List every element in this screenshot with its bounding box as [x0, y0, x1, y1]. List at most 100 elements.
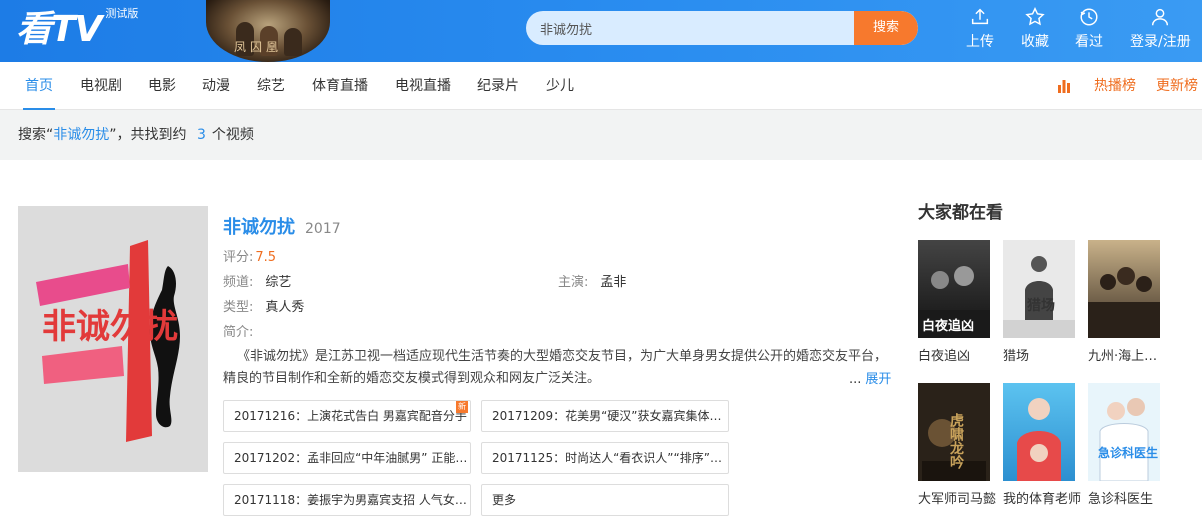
star-icon	[1025, 7, 1045, 26]
result-middle: ”，共找到约	[109, 127, 187, 143]
sidebar-item-label[interactable]: 急诊科医生	[1088, 488, 1168, 507]
show-poster[interactable]: 非诚勿扰	[18, 206, 208, 472]
ranking-chart-icon	[1058, 80, 1070, 93]
poster-art	[1088, 240, 1160, 338]
promo-banner[interactable]: 凤囚凰	[206, 0, 330, 62]
sidebar-item-label[interactable]: 白夜追凶	[918, 345, 998, 364]
sidebar-poster[interactable]: 虎啸龙吟	[918, 383, 990, 481]
score-value: 7.5	[255, 250, 277, 265]
history-icon	[1080, 8, 1098, 26]
episode-title: 20171125：时尚达人“看衣识人”“排序”女嘉宾	[492, 451, 729, 465]
update-ranking-link[interactable]: 更新榜	[1156, 62, 1198, 110]
search-result-summary: 搜索“非诚勿扰”，共找到约 3 个视频	[0, 110, 1202, 160]
poster-art: 白夜追凶	[918, 240, 990, 338]
sidebar-poster[interactable]	[1003, 383, 1075, 481]
type-row: 类型: 真人秀	[223, 296, 304, 315]
channel-row: 频道: 综艺	[223, 271, 291, 290]
poster-caption: 急诊科医生	[1098, 445, 1158, 460]
login-register-button[interactable]: 登录/注册	[1130, 6, 1191, 51]
episode-title: 20171209：花美男“硬汉”获女嘉宾集体爆灯	[492, 409, 729, 423]
episode-title: 20171202：孟非回应“中年油腻男” 正能量满满	[234, 451, 471, 465]
category-tv-series[interactable]: 电视剧	[80, 62, 122, 110]
sidebar-poster[interactable]: 猎场	[1003, 240, 1075, 338]
actor-label: 主演:	[558, 275, 589, 290]
banner-caption: 凤囚凰	[234, 40, 283, 54]
favorites-button[interactable]: 收藏	[1021, 6, 1049, 51]
sidebar-poster[interactable]	[1088, 240, 1160, 338]
intro-label: 简介:	[223, 325, 254, 340]
poster-art: 急诊科医生	[1088, 383, 1160, 481]
sidebar-poster[interactable]: 白夜追凶	[918, 240, 990, 338]
poster-art: 虎啸龙吟	[918, 383, 990, 481]
top-header: 看TV 测试版 凤囚凰 搜索 上传 收藏 看过 登录/注册	[0, 0, 1202, 62]
poster-title-text: 非诚勿扰	[42, 307, 178, 347]
show-title-link[interactable]: 非诚勿扰	[223, 213, 295, 239]
category-sports-live[interactable]: 体育直播	[312, 62, 368, 110]
login-register-label: 登录/注册	[1130, 34, 1191, 50]
sidebar-item-label[interactable]: 九州·海上牧云记	[1088, 345, 1166, 364]
show-description: 《非诚勿扰》是江苏卫视一档适应现代生活节奏的大型婚恋交友节目，为广大单身男女提供…	[223, 349, 888, 386]
category-home[interactable]: 首页	[23, 62, 55, 110]
expand-link[interactable]: 展开	[865, 372, 891, 387]
category-kids[interactable]: 少儿	[546, 62, 574, 110]
logo-text: 看TV	[16, 9, 102, 50]
search-input[interactable]	[526, 11, 856, 45]
banner-figure	[284, 28, 302, 56]
category-movies[interactable]: 电影	[148, 62, 176, 110]
score-row: 评分: 7.5	[223, 246, 276, 265]
category-anime[interactable]: 动漫	[202, 62, 230, 110]
type-label: 类型:	[223, 300, 254, 315]
sidebar-poster[interactable]: 急诊科医生	[1088, 383, 1160, 481]
site-logo[interactable]: 看TV 测试版	[16, 8, 138, 50]
intro-row: 简介:	[223, 321, 253, 340]
upload-label: 上传	[966, 34, 994, 50]
category-nav: 首页 电视剧 电影 动漫 综艺 体育直播 电视直播 纪录片 少儿 热播榜 更新榜	[0, 62, 1202, 110]
history-label: 看过	[1075, 34, 1103, 50]
history-button[interactable]: 看过	[1075, 6, 1103, 51]
result-suffix: 个视频	[211, 127, 254, 143]
sidebar-item-label[interactable]: 我的体育老师	[1003, 488, 1081, 507]
channel-label: 频道:	[223, 275, 254, 290]
result-keyword: 非诚勿扰	[53, 127, 110, 143]
category-variety[interactable]: 综艺	[257, 62, 285, 110]
more-episodes-button[interactable]: 更多	[481, 484, 729, 516]
user-icon	[1152, 8, 1169, 26]
logo-badge: 测试版	[105, 7, 139, 20]
actor-row: 主演: 孟非	[558, 271, 626, 290]
poster-art: 非诚勿扰	[18, 206, 208, 472]
result-count: 3	[196, 127, 206, 143]
category-tv-live[interactable]: 电视直播	[395, 62, 451, 110]
actor-value[interactable]: 孟非	[600, 275, 626, 290]
poster-art: 猎场	[1003, 240, 1075, 338]
poster-caption: 猎场	[1027, 297, 1055, 314]
upload-button[interactable]: 上传	[966, 6, 994, 51]
poster-art	[1003, 383, 1075, 481]
description-ellipsis: ...	[849, 372, 862, 387]
upload-icon	[971, 8, 989, 25]
episode-item[interactable]: 20171202：孟非回应“中年油腻男” 正能量满满	[223, 442, 471, 474]
score-label: 评分:	[223, 250, 254, 265]
sidebar-item-label[interactable]: 大军师司马懿	[918, 488, 996, 507]
favorites-label: 收藏	[1021, 34, 1049, 50]
episode-item[interactable]: 20171118：姜振宇为男嘉宾支招 人气女嘉宾牵手	[223, 484, 471, 516]
search-button[interactable]: 搜索	[854, 11, 918, 45]
episode-title: 20171216：上演花式告白 男嘉宾配音分手	[234, 409, 467, 423]
type-value: 真人秀	[265, 300, 305, 315]
more-label: 更多	[492, 493, 517, 507]
episode-item[interactable]: 20171125：时尚达人“看衣识人”“排序”女嘉宾	[481, 442, 729, 474]
search-box: 搜索	[526, 11, 918, 45]
channel-value[interactable]: 综艺	[265, 275, 291, 290]
sidebar-item-label[interactable]: 猎场	[1003, 345, 1083, 364]
episode-item[interactable]: 20171209：花美男“硬汉”获女嘉宾集体爆灯	[481, 400, 729, 432]
poster-caption: 白夜追凶	[922, 318, 974, 334]
result-prefix: 搜索“	[18, 127, 54, 143]
poster-caption: 虎啸龙吟	[948, 412, 965, 470]
new-badge: 新	[456, 401, 468, 413]
episode-item[interactable]: 20171216：上演花式告白 男嘉宾配音分手 新	[223, 400, 471, 432]
show-year: 2017	[305, 221, 341, 237]
category-documentary[interactable]: 纪录片	[477, 62, 519, 110]
sidebar-title: 大家都在看	[918, 203, 1003, 223]
episode-title: 20171118：姜振宇为男嘉宾支招 人气女嘉宾牵手	[234, 493, 470, 507]
hot-ranking-link[interactable]: 热播榜	[1094, 62, 1136, 110]
expand-control: ... 展开	[849, 368, 891, 387]
